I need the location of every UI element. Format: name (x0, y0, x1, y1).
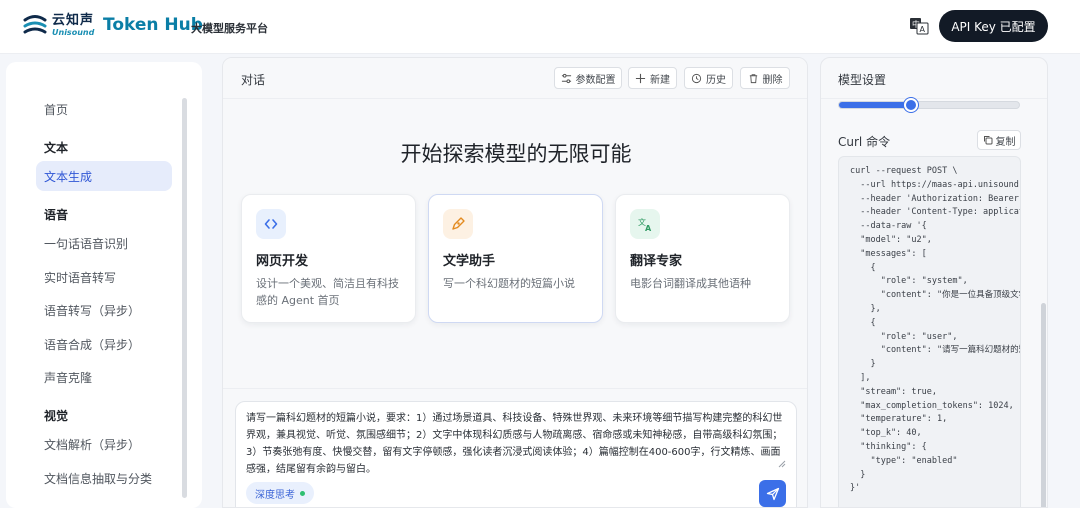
params-label: 参数配置 (575, 74, 616, 86)
sliders-icon (561, 73, 571, 83)
suggestion-card-web[interactable]: 网页开发 设计一个美观、简洁且有科技感的 Agent 首页 (241, 194, 416, 323)
send-button[interactable] (759, 480, 786, 507)
history-button[interactable]: 历史 (684, 67, 733, 89)
suggestion-card-literature[interactable]: 文学助手 写一个科幻题材的短篇小说 (428, 194, 603, 323)
parameter-slider[interactable] (838, 98, 1020, 112)
deep-think-label: 深度思考 (255, 489, 295, 501)
trash-icon (749, 73, 757, 83)
curl-code-block[interactable]: curl --request POST \ --url https://maas… (838, 156, 1021, 507)
brand-name: Token Hub (103, 15, 203, 35)
copy-button[interactable]: 复制 (977, 130, 1021, 150)
sidebar-item-async-synthesis[interactable]: 语音合成（异步） (36, 329, 172, 359)
deep-think-toggle[interactable]: 深度思考 (246, 482, 314, 504)
params-button[interactable]: 参数配置 (554, 67, 622, 89)
card-desc: 电影台词翻译成其他语种 (630, 277, 751, 290)
sidebar-scrollbar[interactable] (182, 98, 187, 498)
svg-text:A: A (920, 25, 926, 34)
settings-scrollbar[interactable] (1041, 303, 1046, 507)
curl-label: Curl 命令 (838, 135, 891, 149)
hero-title: 开始探索模型的无限可能 (400, 142, 632, 166)
svg-text:A: A (645, 224, 652, 232)
sidebar-item-realtime-transcription[interactable]: 实时语音转写 (36, 262, 172, 292)
prompt-text[interactable]: 请写一篇科幻题材的短篇小说，要求：1）通过场景道具、科技设备、特殊世界观、未来环… (246, 410, 786, 478)
model-settings-panel: 模型设置 Curl 命令 复制 curl --request POST \ --… (820, 57, 1048, 508)
sidebar-item-home[interactable]: 首页 (36, 94, 172, 124)
language-icon[interactable]: 中 A (909, 17, 929, 35)
delete-button[interactable]: 删除 (740, 67, 790, 89)
card-desc: 写一个科幻题材的短篇小说 (443, 277, 575, 290)
card-desc: 设计一个美观、简洁且有科技感的 Agent 首页 (256, 277, 399, 307)
copy-label: 复制 (995, 136, 1016, 148)
logo-cn: 云知声 (52, 12, 95, 28)
slider-fill (839, 102, 911, 108)
logo-en: Unisound (52, 27, 95, 37)
unisound-logo-icon (23, 15, 47, 34)
resize-grip-icon[interactable] (778, 460, 786, 468)
brand-subtitle: 大模型服务平台 (191, 22, 268, 35)
sidebar-item-async-transcription[interactable]: 语音转写（异步） (36, 295, 172, 325)
input-area: 请写一篇科幻题材的短篇小说，要求：1）通过场景道具、科技设备、特殊世界观、未来环… (223, 388, 807, 507)
sidebar-item-text-generation[interactable]: 文本生成 (36, 161, 172, 191)
settings-header: 模型设置 (821, 58, 1047, 99)
sidebar-item-speech-recognition[interactable]: 一句话语音识别 (36, 228, 172, 258)
sidebar-item-voice-clone[interactable]: 声音克隆 (36, 362, 172, 392)
slider-handle[interactable] (904, 98, 918, 112)
chat-panel: 对话 参数配置 新建 历史 删除 开始探索模型的无限可能 网页开发 设计一个美观… (222, 57, 808, 508)
plus-icon (635, 73, 646, 83)
copy-icon (983, 136, 992, 145)
chat-header: 对话 参数配置 新建 历史 删除 (223, 58, 807, 99)
sidebar-item-document-extraction[interactable]: 文档信息抽取与分类 (36, 463, 172, 493)
card-title: 网页开发 (256, 254, 309, 269)
curl-code: curl --request POST \ --url https://maas… (850, 166, 1021, 494)
card-title: 翻译专家 (630, 254, 683, 269)
new-button[interactable]: 新建 (628, 67, 677, 89)
logo[interactable]: 云知声 Unisound (22, 12, 94, 38)
delete-label: 删除 (762, 74, 783, 86)
code-icon (256, 209, 286, 239)
sidebar-section-voice: 语音 (44, 208, 69, 222)
translate-icon: 文A (630, 209, 660, 239)
settings-title: 模型设置 (838, 73, 887, 87)
pen-icon (443, 209, 473, 239)
sidebar-section-text: 文本 (44, 141, 69, 155)
send-icon (766, 487, 779, 500)
sidebar-section-vision: 视觉 (44, 409, 69, 423)
api-key-button[interactable]: API Key 已配置 (939, 10, 1048, 42)
card-title: 文学助手 (443, 254, 496, 269)
history-icon (691, 73, 702, 83)
sidebar: 首页 文本 文本生成 语音 一句话语音识别 实时语音转写 语音转写（异步） 语音… (6, 62, 202, 508)
top-bar: 云知声 Unisound Token Hub 大模型服务平台 中 A API K… (0, 0, 1080, 54)
new-label: 新建 (650, 74, 670, 86)
suggestion-card-translate[interactable]: 文A 翻译专家 电影台词翻译成其他语种 (615, 194, 790, 323)
chat-title: 对话 (241, 73, 266, 87)
history-label: 历史 (706, 74, 726, 86)
sidebar-item-document-parsing[interactable]: 文档解析（异步） (36, 429, 172, 459)
status-dot-icon (300, 490, 305, 496)
prompt-input[interactable]: 请写一篇科幻题材的短篇小说，要求：1）通过场景道具、科技设备、特殊世界观、未来环… (235, 401, 797, 507)
